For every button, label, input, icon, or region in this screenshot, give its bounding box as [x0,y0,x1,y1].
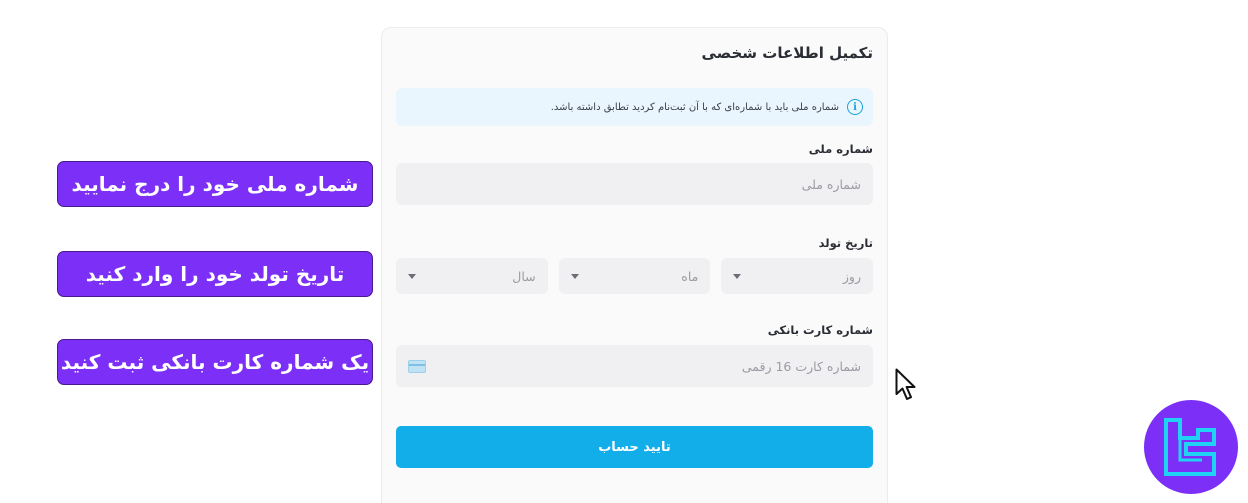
birth-date-label: تاریخ تولد [818,236,873,250]
month-select[interactable]: ماه [558,258,711,294]
month-select-value: ماه [681,268,699,284]
national-id-input[interactable]: شماره ملی [396,163,873,205]
personal-info-card: تکمیل اطلاعات شخصی i شماره ملی باید با ش… [381,27,888,503]
logo-mark-icon [1164,418,1216,476]
instruction-national-id: شماره ملی خود را درج نمایید [57,161,373,207]
form-title: تکمیل اطلاعات شخصی [701,44,874,62]
chevron-down-icon [570,273,579,279]
bank-card-label: شماره کارت بانکی [767,323,873,337]
national-id-placeholder: شماره ملی [801,176,861,192]
confirm-account-button[interactable]: تایید حساب [396,426,873,468]
birth-date-selects: روز ماه سال [395,258,873,294]
national-id-label: شماره ملی [808,142,873,156]
day-select[interactable]: روز [721,258,873,294]
credit-card-icon [408,359,426,373]
bank-card-input[interactable]: شماره کارت 16 رقمی [396,345,873,387]
chevron-down-icon [733,273,742,279]
mouse-pointer-icon [895,368,916,400]
year-select-value: سال [512,268,536,284]
year-select[interactable]: سال [395,258,548,294]
day-select-value: روز [842,268,861,284]
notice-banner: i شماره ملی باید با شماره‌ای که با آن ثب… [396,88,873,126]
page: شماره ملی خود را درج نمایید تاریخ تولد خ… [0,0,1248,503]
instruction-birth-date: تاریخ تولد خود را وارد کنید [57,251,373,297]
chevron-down-icon [407,273,416,279]
instruction-bank-card: یک شماره کارت بانکی ثبت کنید [57,339,373,385]
info-icon: i [847,99,863,115]
notice-text: شماره ملی باید با شماره‌ای که با آن ثبت‌… [550,101,839,113]
bank-card-placeholder: شماره کارت 16 رقمی [741,358,861,374]
brand-logo [1144,400,1238,494]
